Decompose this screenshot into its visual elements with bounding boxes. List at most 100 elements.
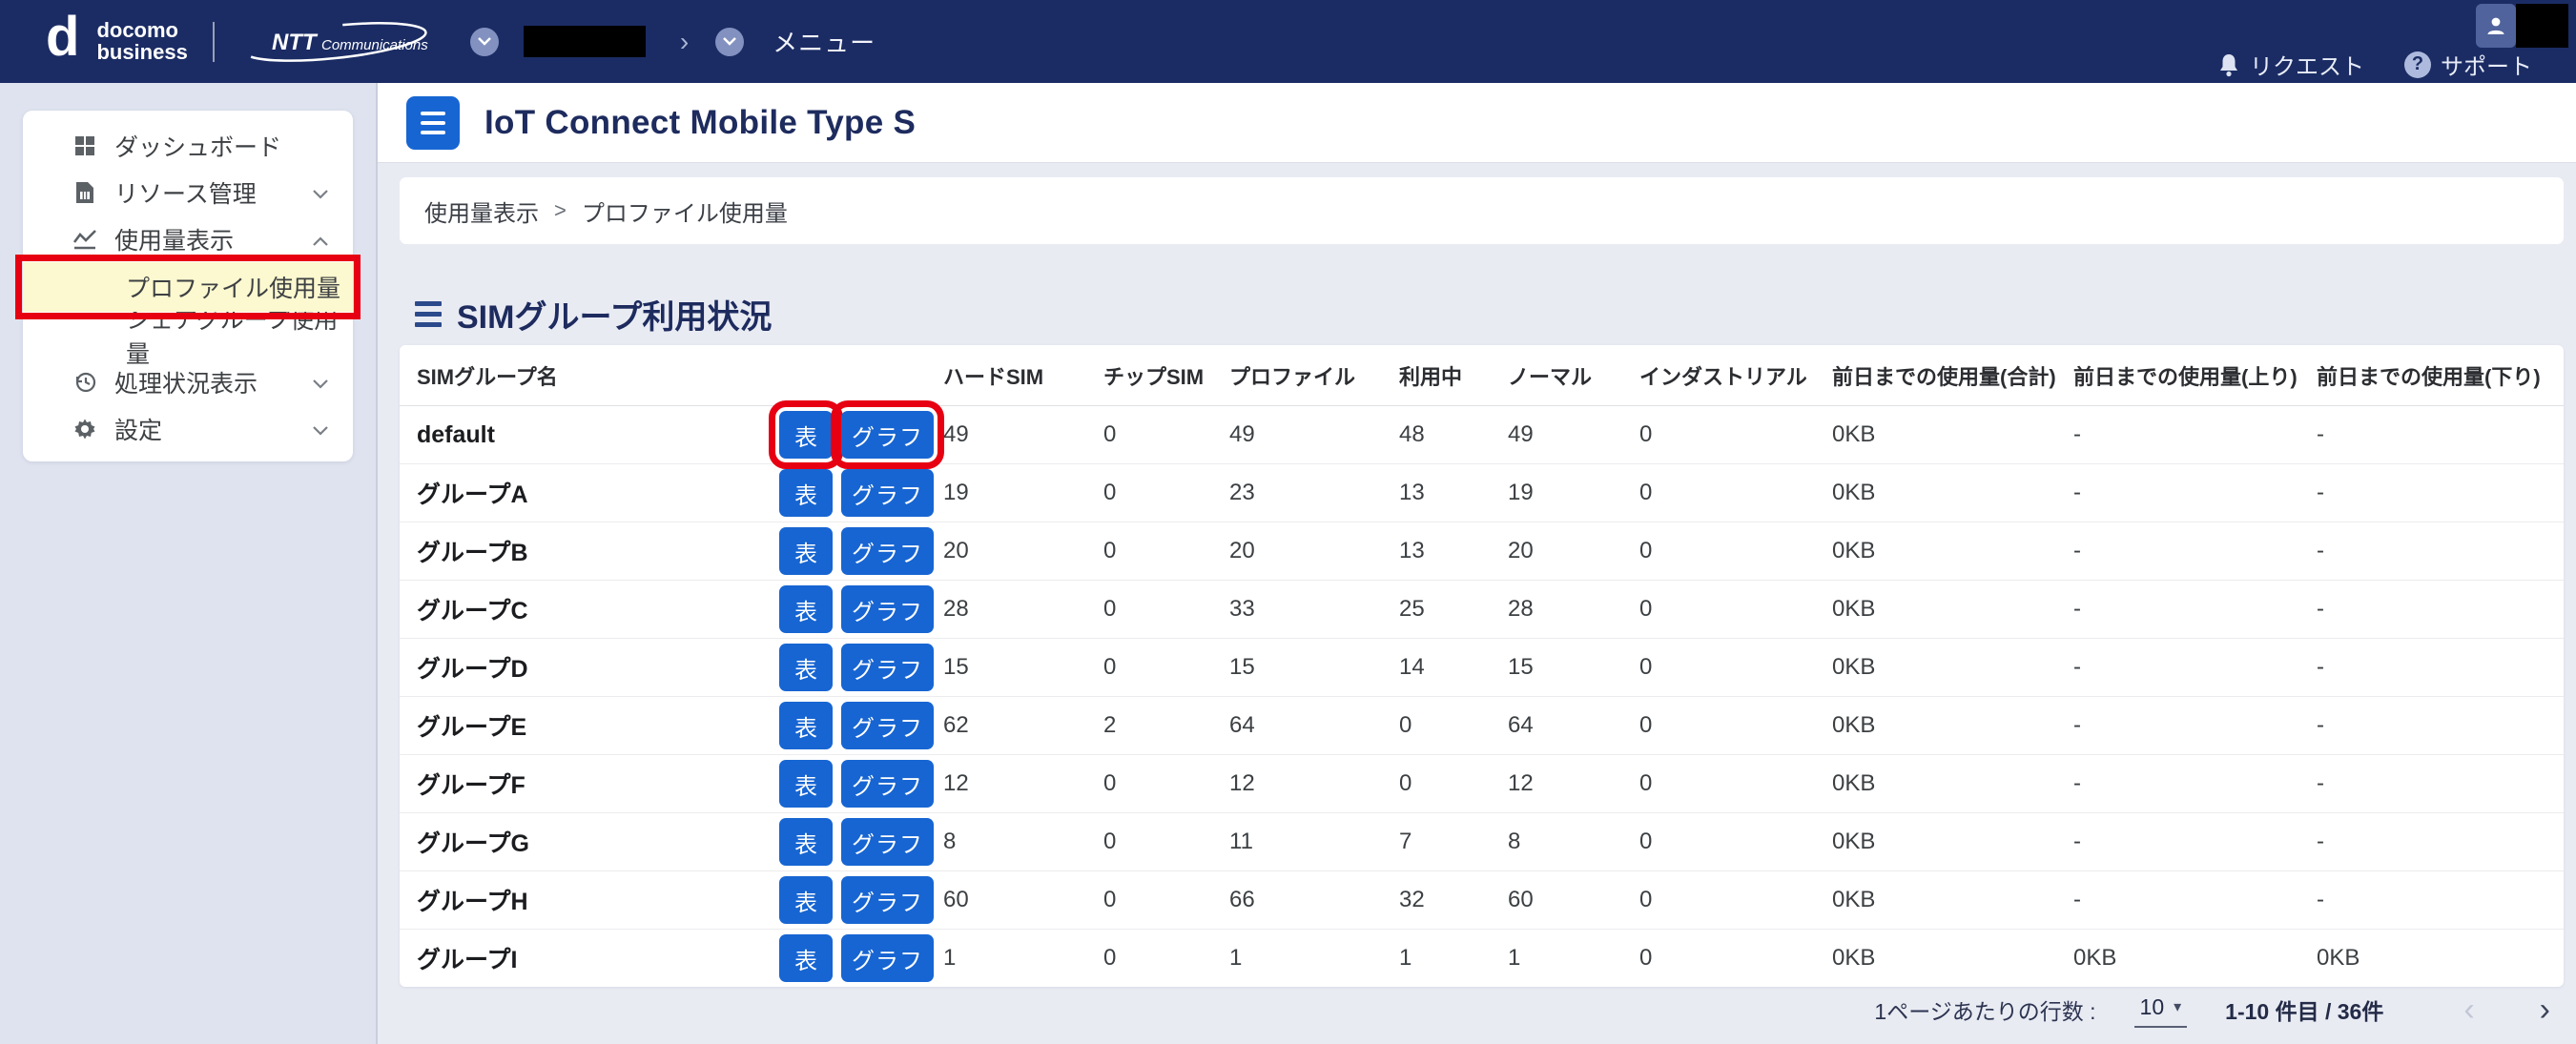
graph-view-button[interactable]: グラフ [841,702,934,749]
graph-view-button[interactable]: グラフ [841,934,934,982]
cell-usage-up: - [2073,538,2081,563]
cell-in-use: 13 [1399,538,1425,563]
table-view-button[interactable]: 表 [779,934,833,982]
table-view-button[interactable]: 表 [769,400,843,469]
cell-group-name: default [417,420,495,448]
page-title: IoT Connect Mobile Type S [484,103,917,141]
request-menu-item[interactable]: リクエスト [2217,48,2364,81]
support-menu-item[interactable]: ? サポート [2404,48,2532,81]
sidebar-item-usage-display[interactable]: 使用量表示 [23,215,353,262]
account-chevron-icon[interactable] [469,27,499,56]
svg-text:NTT: NTT [272,30,319,55]
cell-usage-total: 0KB [1832,887,1876,912]
cell-in-use: 48 [1399,421,1425,447]
table-row: グループA 表 グラフ 19 0 23 13 19 0 0KB - - [400,464,2564,522]
graph-view-button[interactable]: グラフ [841,818,934,866]
cell-chip-sim: 0 [1103,538,1117,563]
line-chart-icon [71,229,99,250]
cell-usage-down: - [2317,654,2324,680]
cell-in-use: 32 [1399,887,1425,912]
cell-usage-total: 0KB [1832,538,1876,563]
table-view-button[interactable]: 表 [779,469,833,517]
navbar-right: リクエスト ? サポート [2217,48,2532,81]
cell-chip-sim: 0 [1103,654,1117,680]
next-page-button[interactable]: › [2526,993,2564,1026]
table-row: グループI 表 グラフ 1 0 1 1 1 0 0KB 0KB 0KB [400,930,2564,987]
prev-page-button[interactable]: ‹ [2450,993,2487,1026]
sidebar-item-processing-status[interactable]: 処理状況表示 [23,358,353,405]
cell-industrial: 0 [1639,538,1653,563]
graph-view-button[interactable]: グラフ [841,760,934,808]
cell-hard-sim: 28 [943,596,969,622]
cell-actions: 表 グラフ [779,644,943,691]
app-window: d docomo business NTT Communications › メ… [0,0,2576,1044]
table-view-button[interactable]: 表 [779,585,833,633]
table-view-button[interactable]: 表 [779,527,833,575]
cell-usage-total: 0KB [1832,421,1876,447]
pagination: 1ページあたりの行数 : 10 ▾ 1-10 件目 / 36件 ‹ › [400,983,2564,1036]
graph-view-button[interactable]: グラフ [841,585,934,633]
cell-hard-sim: 8 [943,829,957,854]
cell-in-use: 7 [1399,829,1412,854]
cell-hard-sim: 1 [943,945,957,971]
cell-hard-sim: 49 [943,421,969,447]
cell-hard-sim: 20 [943,538,969,563]
gear-icon [71,418,99,440]
history-icon [71,371,99,394]
table-view-button[interactable]: 表 [779,818,833,866]
caret-down-icon: ▾ [2174,999,2182,1015]
ntt-swoosh-icon: NTT Communications [242,21,428,62]
cell-group-name: グループD [417,656,528,683]
chevron-down-icon [313,368,328,396]
rows-per-page-select[interactable]: 10 ▾ [2133,993,2188,1028]
cell-usage-up: - [2073,887,2081,912]
cell-usage-total: 0KB [1832,654,1876,680]
cell-normal: 60 [1508,887,1534,912]
cell-normal: 15 [1508,654,1534,680]
cell-normal: 20 [1508,538,1534,563]
ntt-communications-logo: NTT Communications [239,21,440,63]
cell-normal: 28 [1508,596,1534,622]
dashboard-icon [71,134,99,157]
hamburger-menu-button[interactable] [406,95,460,150]
table-row: グループE 表 グラフ 62 2 64 0 64 0 0KB - - [400,697,2564,755]
sidebar-item-profile-usage[interactable]: プロファイル使用量 [15,255,361,319]
graph-view-button[interactable]: グラフ [841,527,934,575]
column-header: 前日までの使用量(上り) [2073,364,2298,389]
cell-chip-sim: 0 [1103,770,1117,796]
person-icon [2487,17,2504,34]
graph-view-button[interactable]: グラフ [841,876,934,924]
table-row: グループF 表 グラフ 12 0 12 0 12 0 0KB - - [400,755,2564,813]
table-view-button[interactable]: 表 [779,876,833,924]
breadcrumb-item-usage-display[interactable]: 使用量表示 [424,194,539,228]
cell-usage-total: 0KB [1832,596,1876,622]
cell-in-use: 0 [1399,770,1412,796]
cell-group-name: グループC [417,598,528,624]
request-label: リクエスト [2250,54,2364,80]
cell-profile: 15 [1229,654,1255,680]
table-view-button[interactable]: 表 [779,644,833,691]
sim-card-icon [71,180,99,205]
cell-actions: 表 グラフ [779,760,943,808]
cell-actions: 表 グラフ [779,818,943,866]
cell-usage-down: - [2317,770,2324,796]
navbar-menu-item[interactable]: メニュー [773,24,876,59]
menu-chevron-icon[interactable] [715,27,745,56]
sidebar-item-share-group-usage[interactable]: シェアグループ使用量 [23,307,353,368]
cell-usage-up: - [2073,654,2081,680]
logo-line2: business [96,39,188,64]
table-view-button[interactable]: 表 [779,702,833,749]
graph-view-button[interactable]: グラフ [831,400,944,469]
sidebar-item-resource-management[interactable]: リソース管理 [23,169,353,215]
rows-per-page-value: 10 [2139,993,2165,1019]
table-view-button[interactable]: 表 [779,760,833,808]
sidebar-item-settings[interactable]: 設定 [23,405,353,452]
cell-industrial: 0 [1639,887,1653,912]
cell-usage-up: - [2073,829,2081,854]
cell-normal: 1 [1508,945,1521,971]
graph-view-button[interactable]: グラフ [841,469,934,517]
user-account-button[interactable] [2476,4,2516,48]
sidebar-item-dashboard[interactable]: ダッシュボード [23,122,353,169]
cell-usage-down: - [2317,887,2324,912]
graph-view-button[interactable]: グラフ [841,644,934,691]
